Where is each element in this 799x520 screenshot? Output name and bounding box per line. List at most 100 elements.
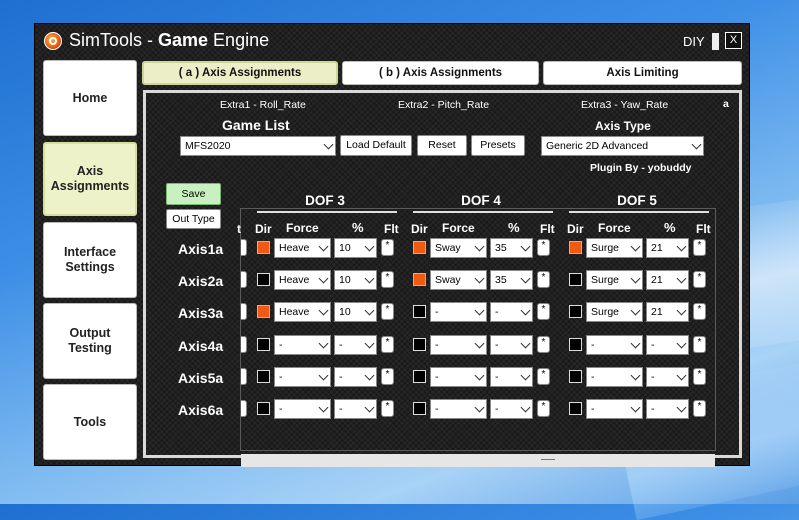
percent-select[interactable]: -: [646, 367, 689, 387]
force-select[interactable]: -: [274, 335, 331, 355]
percent-select[interactable]: -: [334, 367, 377, 387]
filter-button[interactable]: *: [381, 400, 394, 417]
chevron-down-icon: [520, 370, 531, 381]
percent-select[interactable]: 21: [646, 302, 689, 322]
horizontal-scrollbar[interactable]: [241, 454, 715, 467]
dir-checkbox[interactable]: [569, 370, 582, 383]
dir-checkbox[interactable]: [257, 370, 270, 383]
filter-button[interactable]: *: [537, 368, 550, 385]
percent-select[interactable]: -: [490, 302, 533, 322]
percent-select[interactable]: -: [646, 399, 689, 419]
dir-checkbox[interactable]: [569, 241, 582, 254]
percent-select[interactable]: 10: [334, 270, 377, 290]
force-select[interactable]: Sway: [430, 238, 487, 258]
percent-select[interactable]: 35: [490, 238, 533, 258]
dir-checkbox[interactable]: [257, 273, 270, 286]
game-list-select[interactable]: MFS2020: [180, 136, 336, 156]
force-select[interactable]: -: [274, 399, 331, 419]
filter-button[interactable]: *: [693, 303, 706, 320]
dir-checkbox[interactable]: [257, 305, 270, 318]
scrollbar-thumb[interactable]: [541, 459, 555, 460]
percent-select[interactable]: 21: [646, 270, 689, 290]
sidebar-item-axis-assignments[interactable]: Axis Assignments: [43, 142, 137, 216]
sidebar-item-tools[interactable]: Tools: [43, 384, 137, 460]
presets-button[interactable]: Presets: [471, 135, 525, 156]
percent-select[interactable]: -: [334, 399, 377, 419]
percent-select[interactable]: -: [646, 335, 689, 355]
percent-select[interactable]: -: [490, 399, 533, 419]
chevron-down-icon: [318, 370, 329, 381]
tab-axis-assignments-b[interactable]: ( b ) Axis Assignments: [342, 61, 539, 85]
force-select[interactable]: Surge: [586, 270, 643, 290]
percent-select[interactable]: -: [334, 335, 377, 355]
percent-select[interactable]: 10: [334, 238, 377, 258]
dir-checkbox[interactable]: [257, 402, 270, 415]
column-header-dir: Dir: [567, 222, 584, 236]
save-button[interactable]: Save: [166, 183, 221, 205]
force-select[interactable]: -: [586, 399, 643, 419]
percent-select[interactable]: -: [490, 335, 533, 355]
force-select[interactable]: Surge: [586, 302, 643, 322]
filter-button[interactable]: *: [693, 368, 706, 385]
close-button[interactable]: X: [725, 32, 742, 49]
load-default-button[interactable]: Load Default: [340, 135, 412, 156]
percent-select[interactable]: -: [490, 367, 533, 387]
dir-checkbox[interactable]: [257, 338, 270, 351]
filter-button[interactable]: *: [381, 239, 394, 256]
percent-select[interactable]: 35: [490, 270, 533, 290]
sidebar-item-home[interactable]: Home: [43, 60, 137, 136]
dir-checkbox[interactable]: [413, 305, 426, 318]
filter-button[interactable]: *: [381, 368, 394, 385]
filter-button[interactable]: *: [381, 303, 394, 320]
dir-checkbox[interactable]: [413, 370, 426, 383]
force-select[interactable]: Heave: [274, 302, 331, 322]
filter-button[interactable]: *: [381, 271, 394, 288]
filter-button[interactable]: *: [693, 336, 706, 353]
tab-axis-assignments-a[interactable]: ( a ) Axis Assignments: [142, 61, 338, 85]
dir-checkbox[interactable]: [413, 402, 426, 415]
percent-select[interactable]: 10: [334, 302, 377, 322]
dir-checkbox[interactable]: [413, 338, 426, 351]
filter-button[interactable]: *: [693, 239, 706, 256]
dir-checkbox[interactable]: [569, 338, 582, 351]
percent-select[interactable]: 21: [646, 238, 689, 258]
force-select[interactable]: -: [586, 367, 643, 387]
chevron-down-icon: [520, 305, 531, 316]
force-select[interactable]: Surge: [586, 238, 643, 258]
out-type-button[interactable]: Out Type: [166, 209, 221, 229]
force-select[interactable]: -: [586, 335, 643, 355]
dir-checkbox[interactable]: [569, 402, 582, 415]
force-select[interactable]: -: [430, 302, 487, 322]
filter-button[interactable]: *: [537, 303, 550, 320]
filter-button[interactable]: *: [381, 336, 394, 353]
filter-button[interactable]: *: [537, 336, 550, 353]
dir-checkbox[interactable]: [413, 273, 426, 286]
force-select[interactable]: Heave: [274, 238, 331, 258]
filter-button[interactable]: *: [693, 400, 706, 417]
dof-4-header: DOF 4: [461, 193, 501, 208]
filter-button[interactable]: *: [537, 239, 550, 256]
sidebar-item-output-testing[interactable]: Output Testing: [43, 303, 137, 379]
filter-button[interactable]: *: [537, 400, 550, 417]
column-header-force: Force: [442, 221, 475, 235]
title-bar[interactable]: SimTools - Game Engine DIY X: [35, 24, 749, 58]
sidebar-item-interface-settings[interactable]: Interface Settings: [43, 222, 137, 298]
dir-checkbox[interactable]: [569, 305, 582, 318]
force-select[interactable]: Heave: [274, 270, 331, 290]
dir-checkbox[interactable]: [413, 241, 426, 254]
axis-type-select[interactable]: Generic 2D Advanced: [541, 136, 704, 156]
force-select[interactable]: -: [430, 399, 487, 419]
dir-checkbox[interactable]: [569, 273, 582, 286]
force-select[interactable]: Sway: [430, 270, 487, 290]
reset-button[interactable]: Reset: [417, 135, 467, 156]
force-select[interactable]: -: [430, 367, 487, 387]
tab-axis-limiting[interactable]: Axis Limiting: [543, 61, 742, 85]
column-header-flt: Flt: [696, 222, 711, 236]
force-select[interactable]: -: [430, 335, 487, 355]
filter-button[interactable]: *: [537, 271, 550, 288]
force-select[interactable]: -: [274, 367, 331, 387]
filter-button[interactable]: *: [693, 271, 706, 288]
dir-checkbox[interactable]: [257, 241, 270, 254]
chevron-down-icon: [364, 273, 375, 284]
column-header-force: Force: [286, 221, 319, 235]
